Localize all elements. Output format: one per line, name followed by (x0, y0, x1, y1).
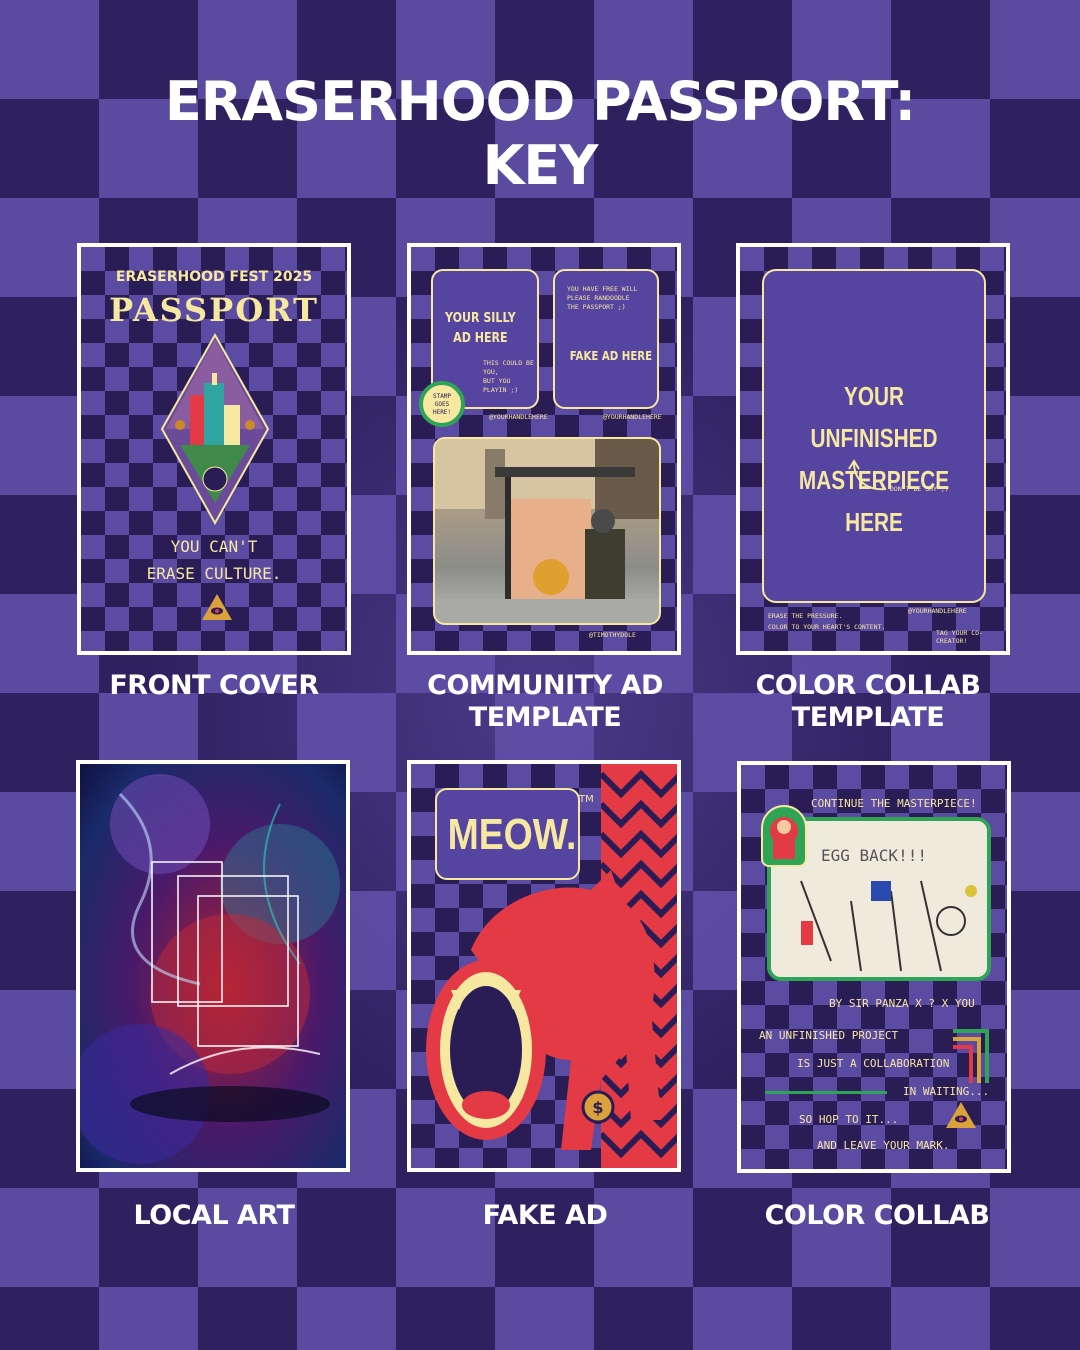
eye-pyramid-icon (202, 594, 232, 620)
slogan-line2: ERASE CULTURE. (146, 564, 282, 583)
masterpiece-panel: YOUR UNFINISHED MASTERPIECE HERE DON'T B… (762, 269, 986, 603)
handle: @YOURHANDLEHERE (908, 607, 967, 615)
fake-ad-here-text: FAKE AD HERE (569, 349, 653, 363)
slogan: YOU CAN'T ERASE CULTURE. (81, 533, 347, 587)
portrait-badge (761, 805, 807, 867)
erase-pressure-note: ERASE THE PRESSURE. COLOR TO YOUR HEART'… (768, 611, 885, 633)
page-title: ERASERHOOD PASSPORT: KEY (0, 70, 1080, 198)
caption-color-collab: COLOR COLLAB (712, 1200, 1042, 1232)
erase-line2: COLOR TO YOUR HEART'S CONTENT. (768, 623, 886, 631)
silly-ad-note-line1: THIS COULD BE YOU, (483, 359, 534, 376)
corner-stripes-icon (953, 1029, 989, 1083)
collab-line1: AN UNFINISHED PROJECT (759, 1029, 899, 1042)
page-title-line1: ERASERHOOD PASSPORT: (164, 70, 916, 133)
caption-community-ad: COMMUNITY AD TEMPLATE (380, 670, 710, 734)
free-will-line1: YOU HAVE FREE WILL (567, 285, 638, 293)
caption-collab-template-line1: COLOR COLLAB (755, 670, 981, 701)
card-fake-ad[interactable]: MEOW. TM $ (407, 760, 681, 1172)
caption-fake-ad-text: FAKE AD (482, 1200, 608, 1231)
collab-line5: AND LEAVE YOUR MARK. (817, 1139, 950, 1152)
free-will-line3: THE PASSPORT ;) (567, 303, 626, 311)
caption-local-art: LOCAL ART (49, 1200, 379, 1232)
caption-color-collab-text: COLOR COLLAB (764, 1200, 990, 1231)
card-color-collab-template[interactable]: YOUR UNFINISHED MASTERPIECE HERE DON'T B… (736, 243, 1010, 655)
handle-left: @YOURHANDLEHERE (489, 413, 548, 421)
caption-front-cover-text: FRONT COVER (109, 670, 319, 701)
curved-arrow-icon (848, 459, 887, 491)
stamp-circle[interactable]: STAMP GOES HERE! (419, 381, 465, 427)
page-title-line2: KEY (482, 134, 599, 197)
abstract-artwork (80, 774, 340, 1164)
trademark: TM (579, 794, 594, 805)
continue-masterpiece: CONTINUE THE MASTERPIECE! (811, 797, 977, 810)
collab-line2: IS JUST A COLLABORATION (797, 1057, 950, 1070)
dont-be-shy: DON'T BE SHY ;) (890, 485, 949, 493)
silly-ad-note-line2: BUT YOU PLAYIN ;) (483, 377, 519, 394)
caption-community-ad-line1: COMMUNITY AD (427, 670, 663, 701)
stamp-text: STAMP GOES HERE! (423, 393, 461, 417)
stamp-line2: GOES (434, 401, 450, 408)
collab-line4: SO HOP TO IT... (799, 1113, 899, 1126)
fest-label: ERASERHOOD FEST 2025 (115, 269, 313, 285)
caption-front-cover: FRONT COVER (49, 670, 379, 702)
passport-title: PASSPORT (109, 291, 319, 329)
photo-credit: @TIMOTHYDOLE (589, 631, 636, 639)
card-local-art[interactable] (76, 760, 350, 1172)
handle-right: @YOURHANDLEHERE (603, 413, 662, 421)
portrait-icon (770, 817, 798, 859)
meow-brand: MEOW. (447, 810, 577, 859)
stamp-line3: HERE! (432, 409, 452, 416)
fake-ad-panel: YOU HAVE FREE WILL PLEASE RANDOODLE THE … (553, 269, 659, 409)
caption-collab-template-line2: TEMPLATE (791, 702, 945, 733)
card-community-ad-template[interactable]: YOUR SILLY AD HERE THIS COULD BE YOU, BU… (407, 243, 681, 655)
card-front-cover[interactable]: ERASERHOOD FEST 2025 PASSPORT YOU CAN'T … (77, 243, 351, 655)
svg-text:EGG BACK!!!: EGG BACK!!! (821, 846, 927, 865)
svg-text:$: $ (592, 1098, 603, 1117)
card-color-collab[interactable]: CONTINUE THE MASTERPIECE! EGG BACK!!! BY… (737, 761, 1011, 1173)
diamond-city-illustration (160, 333, 270, 525)
caption-local-art-text: LOCAL ART (133, 1200, 295, 1231)
caption-color-collab-template: COLOR COLLAB TEMPLATE (703, 670, 1033, 734)
silly-ad-text: YOUR SILLY AD HERE (445, 309, 516, 349)
silly-ad-note: THIS COULD BE YOU, BUT YOU PLAYIN ;) (483, 359, 537, 395)
green-bar (765, 1091, 887, 1094)
bus-stop-photo (433, 437, 661, 625)
free-will-note: YOU HAVE FREE WILL PLEASE RANDOODLE THE … (567, 285, 637, 312)
erase-line1: ERASE THE PRESSURE. (768, 612, 843, 620)
by-credit: BY SIR PANZA X ? X YOU (829, 997, 975, 1010)
masterpiece-line1: YOUR UNFINISHED (810, 381, 938, 453)
caption-community-ad-line2: TEMPLATE (468, 702, 622, 733)
silly-ad-line2: AD HERE (453, 331, 508, 346)
screaming-cat-illustration (426, 870, 661, 1150)
silly-ad-line1: YOUR SILLY (445, 311, 516, 326)
free-will-line2: PLEASE RANDOODLE (567, 294, 630, 302)
eye-pyramid-icon (946, 1102, 976, 1128)
bus-stop-scene (435, 439, 659, 623)
tag-co-creator: TAG YOUR CO-CREATOR! (936, 629, 983, 645)
dollar-coin-icon: $ (581, 1090, 615, 1124)
stamp-line1: STAMP (432, 393, 452, 400)
caption-fake-ad: FAKE AD (380, 1200, 710, 1232)
slogan-line1: YOU CAN'T (170, 537, 258, 556)
